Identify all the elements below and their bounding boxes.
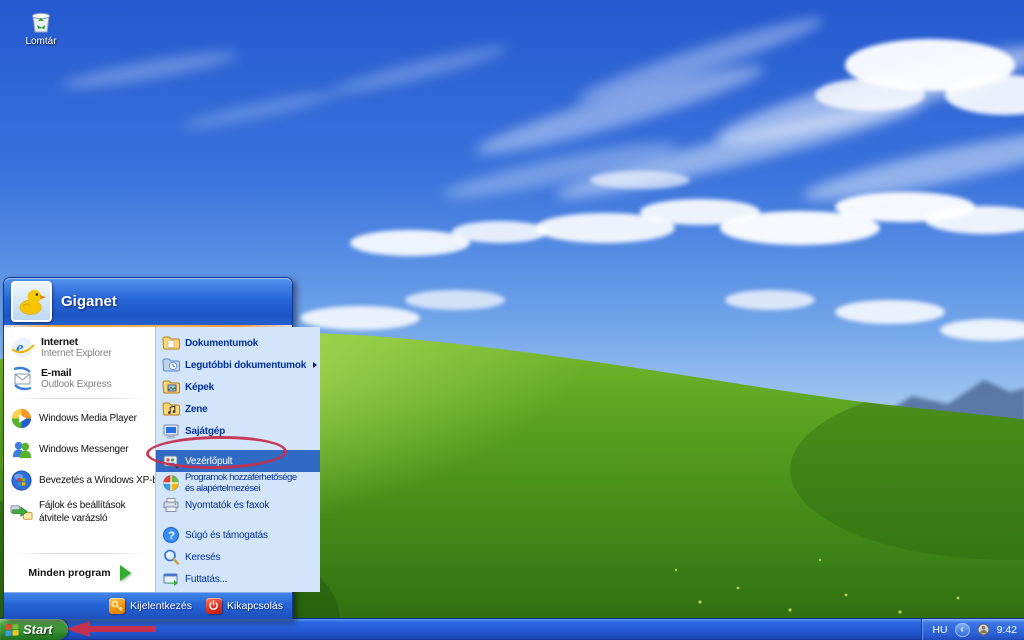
menu-item-label: Keresés bbox=[185, 552, 220, 563]
printer-icon bbox=[162, 496, 180, 514]
menu-item-label: Futtatás... bbox=[185, 574, 227, 585]
menu-item-label: Legutóbbi dokumentumok bbox=[185, 360, 306, 371]
language-indicator[interactable]: HU bbox=[932, 624, 947, 636]
menu-item-windows-messenger[interactable]: Windows Messenger bbox=[6, 434, 153, 465]
all-programs-button[interactable]: Minden program bbox=[6, 558, 153, 590]
log-off-label: Kijelentkezés bbox=[130, 600, 192, 612]
all-programs-arrow-icon bbox=[120, 565, 131, 581]
start-menu: Giganet e Internet Internet Explorer bbox=[3, 277, 293, 619]
log-off-button[interactable]: Kijelentkezés bbox=[109, 598, 192, 614]
user-name: Giganet bbox=[61, 293, 117, 310]
search-icon bbox=[162, 548, 180, 566]
menu-item-label: Bevezetés a Windows XP-be bbox=[39, 475, 163, 486]
svg-text:e: e bbox=[16, 338, 24, 357]
system-tray: HU ‹ 9:42 bbox=[921, 619, 1024, 640]
left-column-separator bbox=[14, 398, 145, 399]
recycle-bin-desktop-icon[interactable]: Lomtár bbox=[12, 8, 70, 47]
menu-item-label: Nyomtatók és faxok bbox=[185, 500, 269, 511]
user-avatar[interactable] bbox=[11, 281, 52, 322]
start-menu-header: Giganet bbox=[4, 278, 292, 325]
start-menu-right-column: Dokumentumok Legutóbbi dokumentumok Képe… bbox=[155, 327, 320, 592]
menu-item-my-pictures[interactable]: Képek bbox=[156, 376, 320, 398]
menu-item-files-settings-transfer-wizard[interactable]: Fájlok és beállítások átvitele varázsló bbox=[6, 496, 153, 529]
menu-item-windows-media-player[interactable]: Windows Media Player bbox=[6, 403, 153, 434]
rubber-duck-icon bbox=[16, 286, 47, 317]
tray-messenger-icon[interactable] bbox=[977, 623, 990, 636]
power-icon bbox=[206, 598, 222, 614]
menu-item-email[interactable]: E-mail Outlook Express bbox=[6, 363, 153, 394]
menu-item-my-documents[interactable]: Dokumentumok bbox=[156, 332, 320, 354]
menu-item-run[interactable]: Futtatás... bbox=[156, 568, 320, 590]
all-programs-label: Minden program bbox=[28, 567, 110, 579]
hide-icons-chevron-icon[interactable]: ‹ bbox=[955, 623, 970, 637]
transfer-wizard-icon bbox=[10, 501, 33, 524]
left-column-separator bbox=[14, 553, 145, 554]
menu-item-label: Súgó és támogatás bbox=[185, 530, 268, 541]
menu-item-label: Fájlok és beállítások átvitele varázsló bbox=[39, 500, 147, 525]
start-menu-footer: Kijelentkezés Kikapcsolás bbox=[4, 592, 292, 619]
menu-item-sublabel: Internet Explorer bbox=[41, 348, 112, 359]
log-off-key-icon bbox=[109, 598, 125, 614]
menu-item-label: Vezérlőpult bbox=[185, 456, 232, 467]
run-icon bbox=[162, 570, 180, 588]
menu-item-my-music[interactable]: Zene bbox=[156, 398, 320, 420]
menu-item-label: E-mail bbox=[41, 367, 111, 379]
menu-item-my-computer[interactable]: Sajátgép bbox=[156, 420, 320, 442]
internet-explorer-icon: e bbox=[10, 335, 35, 360]
windows-flag-icon bbox=[5, 623, 19, 637]
start-menu-left-column: e Internet Internet Explorer E-mail bbox=[4, 327, 155, 592]
submenu-arrow-icon bbox=[313, 362, 317, 368]
windows-xp-tour-icon bbox=[10, 469, 33, 492]
pictures-folder-icon bbox=[162, 378, 180, 396]
windows-messenger-icon bbox=[10, 438, 33, 461]
menu-item-recent-documents[interactable]: Legutóbbi dokumentumok bbox=[156, 354, 320, 376]
outlook-express-icon bbox=[10, 366, 35, 391]
menu-item-printers-faxes[interactable]: Nyomtatók és faxok bbox=[156, 494, 320, 516]
program-access-icon bbox=[162, 474, 180, 492]
taskbar: Start HU ‹ 9:42 bbox=[0, 618, 1024, 640]
menu-item-help-support[interactable]: ? Súgó és támogatás bbox=[156, 524, 320, 546]
menu-item-label: Windows Messenger bbox=[39, 444, 128, 455]
menu-item-label: Dokumentumok bbox=[185, 338, 258, 349]
menu-item-control-panel[interactable]: Vezérlőpult bbox=[156, 450, 320, 472]
menu-item-sublabel: Outlook Express bbox=[41, 379, 111, 390]
documents-folder-icon bbox=[162, 334, 180, 352]
menu-item-label: Sajátgép bbox=[185, 426, 225, 437]
menu-item-label: Internet bbox=[41, 336, 112, 348]
windows-media-player-icon bbox=[10, 407, 33, 430]
menu-item-program-access-defaults[interactable]: Programok hozzáférhetősége és alapértelm… bbox=[156, 472, 320, 494]
control-panel-icon bbox=[162, 452, 180, 470]
recycle-bin-label: Lomtár bbox=[25, 36, 56, 47]
recent-documents-icon bbox=[162, 356, 180, 374]
menu-item-internet[interactable]: e Internet Internet Explorer bbox=[6, 332, 153, 363]
menu-item-label: Képek bbox=[185, 382, 214, 393]
menu-item-label: Windows Media Player bbox=[39, 413, 137, 424]
turn-off-button[interactable]: Kikapcsolás bbox=[206, 598, 283, 614]
clock[interactable]: 9:42 bbox=[997, 624, 1017, 636]
turn-off-label: Kikapcsolás bbox=[227, 600, 283, 612]
my-computer-icon bbox=[162, 422, 180, 440]
start-button[interactable]: Start bbox=[0, 619, 68, 640]
music-folder-icon bbox=[162, 400, 180, 418]
svg-text:?: ? bbox=[168, 530, 175, 542]
start-button-label: Start bbox=[23, 622, 53, 637]
menu-item-label: Zene bbox=[185, 404, 208, 415]
recycle-bin-icon bbox=[28, 8, 54, 34]
menu-item-windows-xp-tour[interactable]: Bevezetés a Windows XP-be bbox=[6, 465, 153, 496]
menu-item-label: Programok hozzáférhetősége és alapértelm… bbox=[185, 472, 297, 495]
help-icon: ? bbox=[162, 526, 180, 544]
menu-item-search[interactable]: Keresés bbox=[156, 546, 320, 568]
